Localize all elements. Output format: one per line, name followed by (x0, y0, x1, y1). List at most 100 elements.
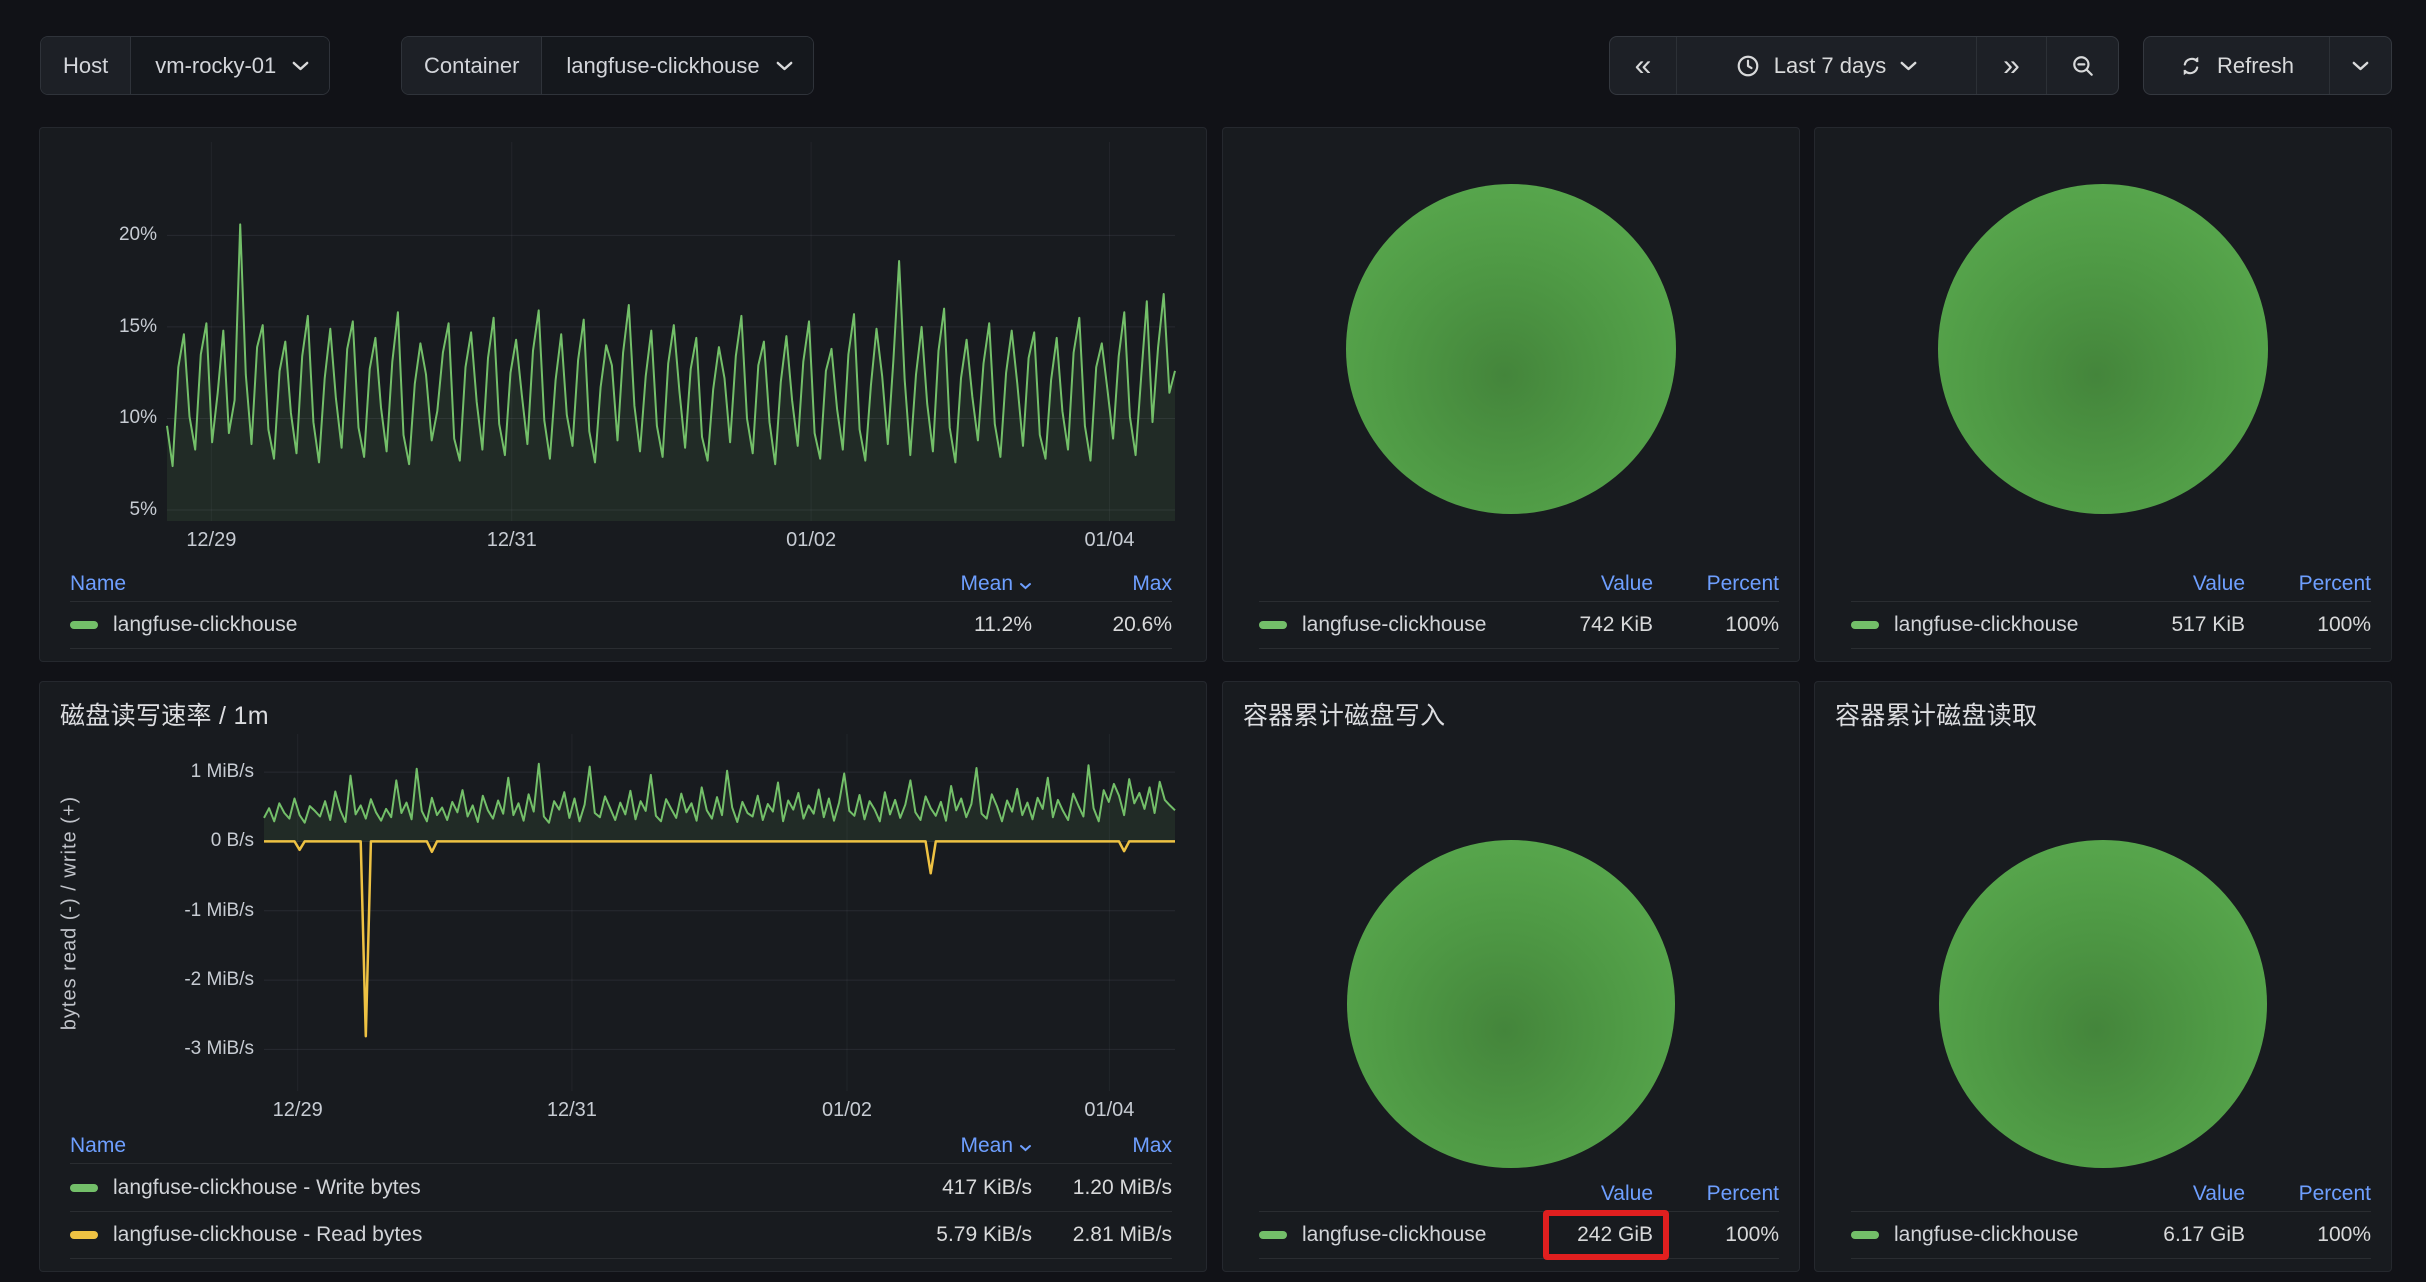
panel-pie-top-right: Value Percent langfuse-clickhouse 517 Ki… (1814, 127, 2392, 662)
panel-title[interactable]: 容器累计磁盘读取 (1815, 682, 2391, 730)
y-axis-tick-label: 1 MiB/s (40, 761, 254, 783)
double-chevron-left-icon: « (1635, 51, 1652, 81)
refresh-label: Refresh (2217, 53, 2294, 79)
value-cell: 6.17 GiB (2125, 1223, 2245, 1247)
percent-cell: 100% (2245, 613, 2371, 637)
dashboard-toolbar: Host vm-rocky-01 Container langfuse-clic… (0, 0, 2426, 127)
value-cell: 742 KiB (1533, 613, 1653, 637)
host-label: Host (41, 37, 131, 94)
cpu-usage-chart-area[interactable]: 5%10%15%20%12/2912/3101/0201/04 (40, 128, 1206, 567)
x-axis-tick-label: 12/31 (462, 529, 562, 552)
pie-chart-area (1815, 128, 2391, 567)
legend-header-mean[interactable]: Mean (872, 572, 1032, 596)
series-toggle[interactable]: langfuse-clickhouse (70, 613, 872, 637)
series-color-swatch (1259, 1231, 1287, 1239)
series-toggle[interactable]: langfuse-clickhouse - Write bytes (70, 1176, 872, 1200)
pie-slice-langfuse-clickhouse[interactable] (1346, 184, 1676, 514)
legend-row: langfuse-clickhouse - Write bytes 417 Ki… (70, 1163, 1172, 1211)
cpu-legend: Name Mean Max langfuse-clickhouse 11.2% … (40, 567, 1206, 661)
percent-cell: 100% (1653, 1223, 1779, 1247)
disk-rate-chart-area[interactable]: 1 MiB/s0 B/s-1 MiB/s-2 MiB/s-3 MiB/s12/2… (40, 730, 1206, 1129)
legend-header-max[interactable]: Max (1032, 572, 1172, 596)
legend-row: langfuse-clickhouse 517 KiB 100% (1851, 601, 2371, 649)
pie-slice-langfuse-clickhouse[interactable] (1938, 184, 2268, 514)
y-axis-tick-label: 10% (40, 407, 157, 429)
legend-header-percent[interactable]: Percent (1653, 572, 1779, 596)
legend-header-row: Name Mean Max (70, 567, 1172, 601)
container-value: langfuse-clickhouse (566, 53, 759, 79)
percent-cell: 100% (2245, 1223, 2371, 1247)
legend-header-percent[interactable]: Percent (2245, 1182, 2371, 1206)
panel-title[interactable]: 容器累计磁盘写入 (1223, 682, 1799, 730)
y-axis-tick-label: 15% (40, 316, 157, 338)
legend-header-value[interactable]: Value (2125, 1182, 2245, 1206)
series-toggle[interactable]: langfuse-clickhouse (1851, 1223, 2125, 1247)
legend-header-value[interactable]: Value (1533, 572, 1653, 596)
sort-caret-icon (1019, 1144, 1032, 1152)
time-range-picker[interactable]: Last 7 days (1676, 37, 1976, 94)
legend-header-value[interactable]: Value (1533, 1182, 1653, 1206)
time-zoom-out-button[interactable] (2046, 37, 2118, 94)
series-color-swatch (70, 1231, 98, 1239)
refresh-button[interactable]: Refresh (2144, 37, 2329, 94)
pie-slice-langfuse-clickhouse[interactable] (1939, 840, 2267, 1168)
series-toggle[interactable]: langfuse-clickhouse (1259, 613, 1533, 637)
percent-cell: 100% (1653, 613, 1779, 637)
x-axis-tick-label: 12/29 (161, 529, 261, 552)
max-value: 2.81 MiB/s (1032, 1223, 1172, 1247)
legend-header-value[interactable]: Value (2125, 572, 2245, 596)
container-select[interactable]: langfuse-clickhouse (542, 37, 812, 94)
legend-header-percent[interactable]: Percent (1653, 1182, 1779, 1206)
pie-legend: Value Percent langfuse-clickhouse 6.17 G… (1815, 1177, 2391, 1271)
panel-disk-read-total: 容器累计磁盘读取 Value Percent langfuse-clickhou… (1814, 681, 2392, 1272)
legend-header-percent[interactable]: Percent (2245, 572, 2371, 596)
panel-disk-write-total: 容器累计磁盘写入 Value Percent langfuse-clickhou… (1222, 681, 1800, 1272)
legend-header-max[interactable]: Max (1032, 1134, 1172, 1158)
pie-slice-langfuse-clickhouse[interactable] (1347, 840, 1675, 1168)
x-axis-tick-label: 12/31 (522, 1099, 622, 1122)
mean-value: 11.2% (872, 613, 1032, 637)
host-value: vm-rocky-01 (155, 53, 276, 79)
double-chevron-right-icon: » (2003, 51, 2020, 81)
x-axis-tick-label: 01/04 (1059, 1099, 1159, 1122)
refresh-interval-dropdown[interactable] (2329, 37, 2391, 94)
legend-row: langfuse-clickhouse 6.17 GiB 100% (1851, 1211, 2371, 1259)
chevron-down-icon (776, 61, 793, 71)
pie-legend: Value Percent langfuse-clickhouse 242 Gi… (1223, 1177, 1799, 1271)
pie-legend: Value Percent langfuse-clickhouse 517 Ki… (1815, 567, 2391, 661)
legend-row: langfuse-clickhouse 242 GiB 100% (1259, 1211, 1779, 1259)
legend-header-mean[interactable]: Mean (872, 1134, 1032, 1158)
legend-row: langfuse-clickhouse 742 KiB 100% (1259, 601, 1779, 649)
panel-title[interactable]: 磁盘读写速率 / 1m (40, 682, 1206, 730)
zoom-out-icon (2071, 54, 2095, 78)
clock-icon (1736, 54, 1760, 78)
legend-header-row: Value Percent (1259, 1177, 1779, 1211)
panel-cpu-usage: 5%10%15%20%12/2912/3101/0201/04 Name Mea… (39, 127, 1207, 662)
plot[interactable] (264, 734, 1175, 1091)
y-axis-tick-label: 5% (40, 499, 157, 521)
y-axis-tick-label: 20% (40, 224, 157, 246)
time-shift-back-button[interactable]: « (1610, 37, 1676, 94)
series-color-swatch (1851, 621, 1879, 629)
max-value: 20.6% (1032, 613, 1172, 637)
container-label: Container (402, 37, 542, 94)
legend-header-row: Name Mean Max (70, 1129, 1172, 1163)
pie-legend: Value Percent langfuse-clickhouse 742 Ki… (1223, 567, 1799, 661)
time-range-label: Last 7 days (1774, 53, 1887, 79)
legend-header-name[interactable]: Name (70, 1134, 872, 1158)
legend-header-row: Value Percent (1851, 567, 2371, 601)
host-variable-control: Host vm-rocky-01 (40, 36, 330, 95)
mean-value: 417 KiB/s (872, 1176, 1032, 1200)
host-select[interactable]: vm-rocky-01 (131, 37, 329, 94)
x-axis-tick-label: 01/02 (797, 1099, 897, 1122)
series-toggle[interactable]: langfuse-clickhouse (1259, 1223, 1533, 1247)
container-variable-control: Container langfuse-clickhouse (401, 36, 814, 95)
sort-caret-icon (1019, 582, 1032, 590)
time-shift-forward-button[interactable]: » (1976, 37, 2046, 94)
series-toggle[interactable]: langfuse-clickhouse - Read bytes (70, 1223, 872, 1247)
mean-value: 5.79 KiB/s (872, 1223, 1032, 1247)
legend-header-name[interactable]: Name (70, 572, 872, 596)
y-axis-title: bytes read (-) / write (+) (59, 795, 82, 1029)
plot[interactable] (167, 142, 1175, 521)
series-toggle[interactable]: langfuse-clickhouse (1851, 613, 2125, 637)
